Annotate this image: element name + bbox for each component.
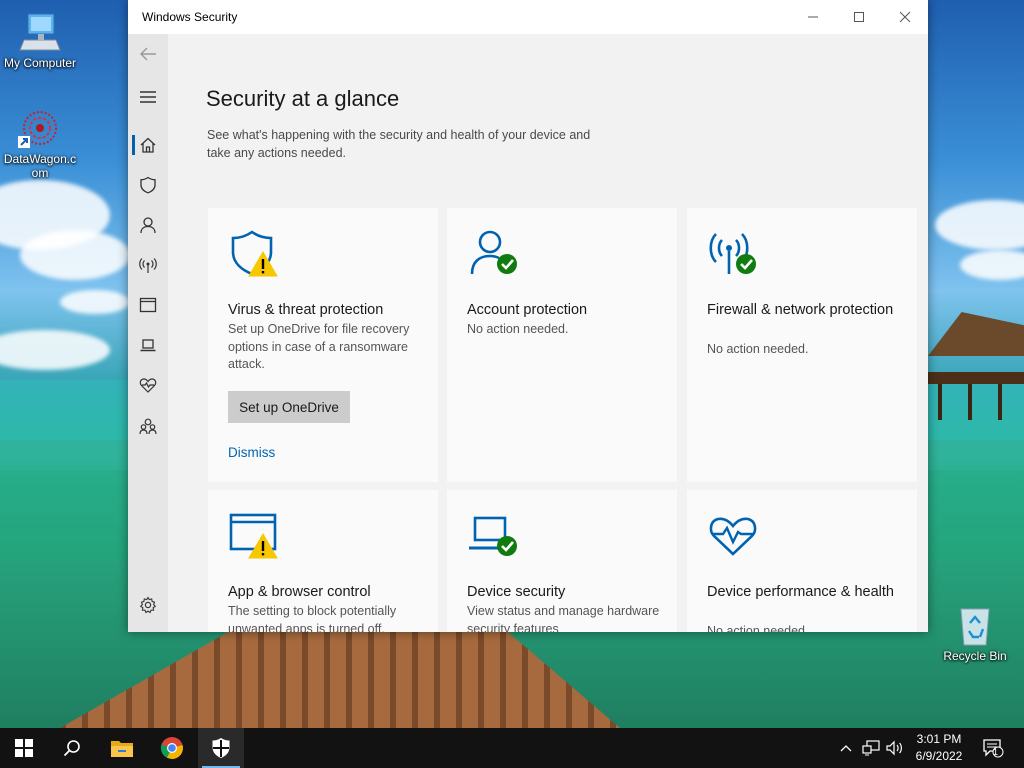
action-center-button[interactable]: 1 [978,728,1008,768]
desktop-icon-label: My Computer [3,56,77,70]
back-arrow-icon [140,47,156,61]
card-description: No action needed. [707,342,809,356]
desktop-icon-label: DataWagon.com [3,152,77,180]
chrome-icon [160,737,183,759]
shield-warning-icon [231,230,278,277]
recycle-bin-icon [953,603,997,647]
gear-icon [139,596,157,614]
menu-button[interactable] [128,79,168,115]
account-check-icon [470,230,517,275]
card-title: Device security [467,584,566,600]
card-firewall-network[interactable]: Firewall & network protection No action … [687,208,917,482]
setup-onedrive-button[interactable]: Set up OneDrive [228,391,350,423]
speaker-icon [886,740,902,756]
card-device-performance-health[interactable]: Device performance & health No action ne… [687,490,917,632]
browser-window-icon [139,297,157,313]
navigation-sidebar [128,34,168,632]
card-title: App & browser control [228,584,371,600]
minimize-icon [808,16,818,18]
antenna-icon [139,258,157,273]
nav-virus-threat-protection[interactable] [128,167,168,203]
app-browser-warning-icon [229,513,278,559]
page-subtitle: See what's happening with the security a… [207,128,591,160]
water-hut [928,312,1024,422]
dismiss-link[interactable]: Dismiss [228,445,275,460]
card-description: No action needed. [467,322,569,336]
windows-security-window: Windows Security Security at a glance Se… [128,0,928,632]
card-description: The setting to block potentially unwante… [228,604,397,632]
card-title: Firewall & network protection [707,302,894,318]
chrome-button[interactable] [148,728,196,768]
file-explorer-icon [111,741,133,757]
heart-icon [139,378,157,393]
windows-start-icon [15,739,33,757]
firewall-check-icon [709,233,756,274]
nav-device-security[interactable] [128,327,168,363]
wooden-pier [60,632,620,728]
card-app-browser-control[interactable]: App & browser control The setting to blo… [208,490,438,632]
device-security-check-icon [469,516,517,556]
laptop-icon [140,339,156,352]
nav-home[interactable] [128,127,168,163]
card-account-protection[interactable]: Account protection No action needed. [447,208,677,482]
maximize-icon [854,12,864,22]
back-button[interactable] [128,36,168,72]
search-button[interactable] [48,728,96,768]
volume-button[interactable] [884,728,906,768]
close-icon [899,11,911,23]
card-device-security[interactable]: Device security View status and manage h… [447,490,677,632]
nav-device-performance[interactable] [128,367,168,403]
card-title: Virus & threat protection [228,302,384,318]
nav-family-options[interactable] [128,408,168,444]
card-title: Account protection [467,302,588,318]
network-button[interactable] [860,728,882,768]
card-description: No action needed. [707,624,809,632]
search-icon [63,740,80,757]
start-button[interactable] [0,728,48,768]
desktop-icon-my-computer[interactable]: My Computer [0,10,80,70]
desktop-icon-datawagon[interactable]: DataWagon.com [0,106,80,180]
windows-security-taskbar-button[interactable] [198,728,244,768]
nav-settings[interactable] [128,587,168,623]
clock-date: 6/9/2022 [915,749,963,763]
taskbar-clock[interactable]: 3:01 PM 6/9/2022 [910,731,968,765]
card-title: Device performance & health [707,584,894,600]
file-explorer-button[interactable] [98,728,146,768]
main-content: Security at a glance See what's happenin… [168,34,928,632]
notification-count-badge: 1 [993,747,999,757]
nav-account-protection[interactable] [128,207,168,243]
card-virus-threat-protection[interactable]: Virus & threat protection Set up OneDriv… [208,208,438,482]
shield-icon [140,176,156,194]
windows-security-icon [212,738,230,758]
taskbar: 3:01 PM 6/9/2022 1 [0,728,1024,768]
nav-app-browser-control[interactable] [128,287,168,323]
home-icon [140,137,156,153]
title-bar[interactable]: Windows Security [128,0,928,34]
person-icon [140,217,156,234]
datawagon-logo-icon [18,106,62,150]
maximize-button[interactable] [836,0,882,34]
clock-time: 3:01 PM [916,732,962,746]
show-hidden-icons-button[interactable] [836,728,856,768]
nav-firewall-network[interactable] [128,247,168,283]
computer-icon [18,10,62,54]
card-description: Set up OneDrive for file recovery option… [228,322,410,371]
minimize-button[interactable] [790,0,836,34]
page-title: Security at a glance [206,86,400,111]
close-button[interactable] [882,0,928,34]
family-icon [139,418,157,435]
desktop-icon-label: Recycle Bin [943,649,1007,663]
chevron-up-icon [840,745,852,752]
network-icon [862,740,880,756]
card-description: View status and manage hardware security… [467,604,660,632]
heart-pulse-icon [709,517,757,556]
hamburger-icon [140,91,156,103]
window-title: Windows Security [142,10,238,24]
desktop-icon-recycle-bin[interactable]: Recycle Bin [935,603,1015,663]
